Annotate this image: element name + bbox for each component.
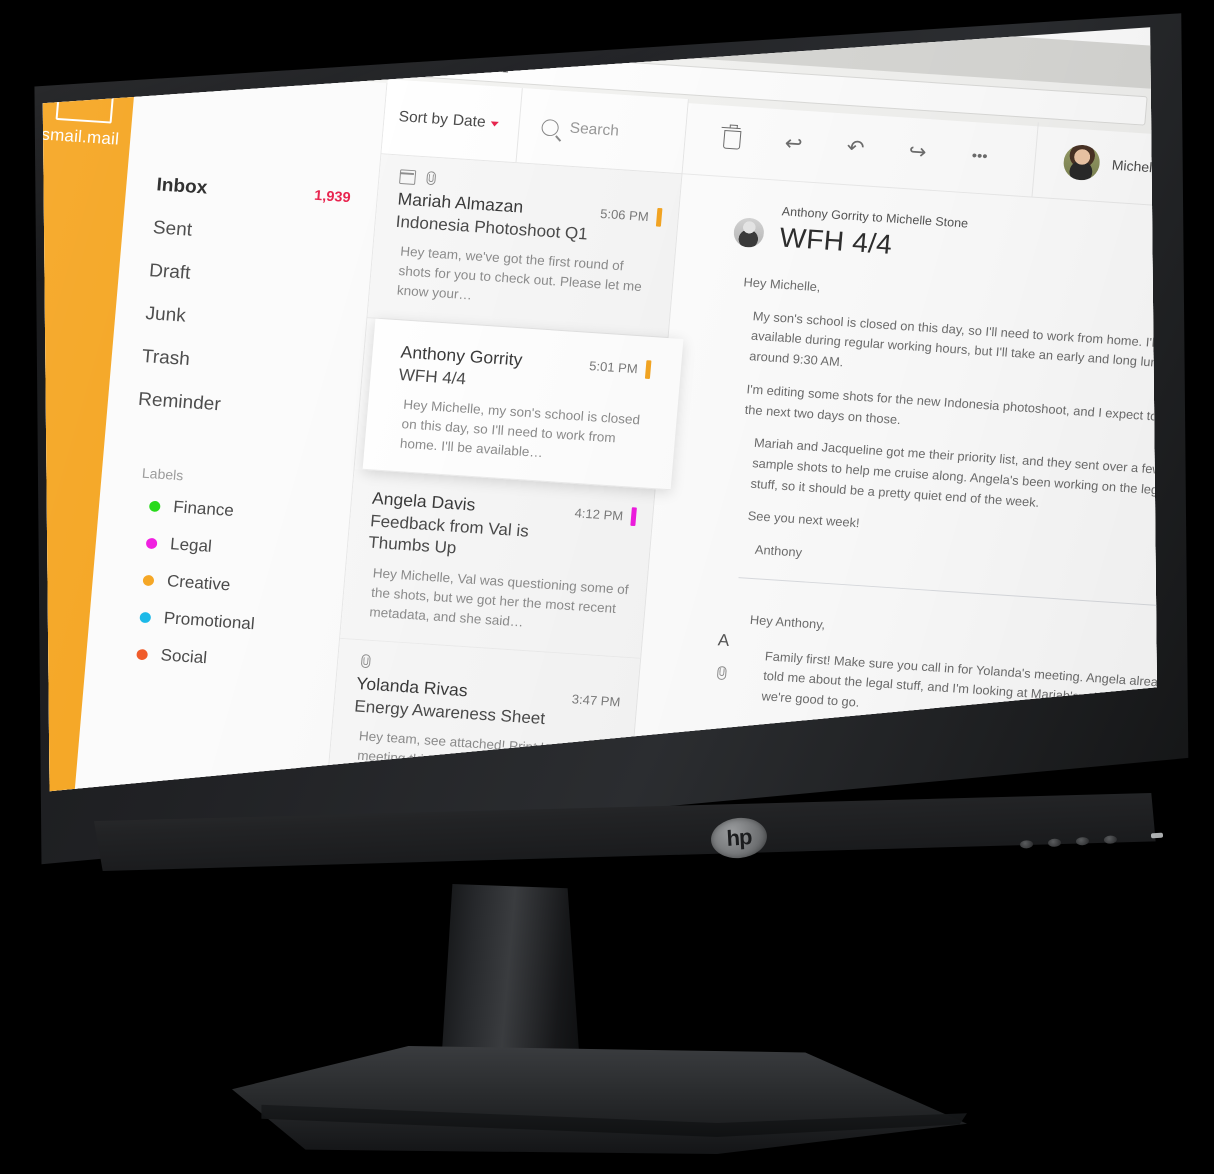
label-flag bbox=[630, 507, 637, 527]
folder-label: Draft bbox=[148, 260, 192, 284]
sort-by-dropdown[interactable]: Sort by Date bbox=[381, 79, 523, 163]
attachment-icon bbox=[358, 654, 372, 669]
message-preview: Hey Michelle, Val was questioning some o… bbox=[368, 565, 630, 630]
folder-label: Sent bbox=[152, 217, 193, 241]
folder-label: Junk bbox=[144, 303, 187, 327]
message-time: 5:01 PM bbox=[588, 358, 639, 376]
calendar-icon bbox=[399, 169, 417, 185]
account-menu[interactable]: Michelle Stone bbox=[1031, 122, 1157, 210]
avatar bbox=[1062, 143, 1102, 182]
label-color-dot bbox=[136, 648, 149, 660]
label-name: Legal bbox=[169, 534, 213, 556]
sender-avatar bbox=[732, 217, 766, 249]
label-color-dot bbox=[142, 574, 155, 586]
label-flag bbox=[655, 207, 663, 227]
monitor-screen: SMAIL.MAIL - Email inbo × ← → ↻ Secure h… bbox=[40, 27, 1157, 792]
message-time: 4:12 PM bbox=[574, 505, 624, 524]
search-placeholder: Search bbox=[569, 119, 620, 140]
message-time: 3:47 PM bbox=[571, 691, 621, 710]
folder-list: Inbox 1,939 Sent Draft Junk Trash Remind… bbox=[106, 137, 380, 436]
message-body: Hey Michelle, My son's school is closed … bbox=[706, 272, 1157, 589]
label-list: Finance Legal Creative Promotional Socia… bbox=[85, 484, 351, 686]
forward-icon[interactable]: ↪ bbox=[905, 139, 931, 164]
delete-icon[interactable] bbox=[719, 127, 745, 152]
format-text-icon[interactable]: A bbox=[717, 631, 730, 650]
list-item[interactable]: Anthony Gorrity WFH 4/4 5:01 PM Hey Mich… bbox=[362, 318, 684, 491]
folder-label: Trash bbox=[141, 346, 191, 370]
message-time: 5:06 PM bbox=[599, 206, 650, 224]
label-name: Finance bbox=[172, 497, 235, 520]
sort-by-value: Date bbox=[452, 111, 487, 131]
folder-label: Reminder bbox=[137, 389, 222, 416]
brand-name: smail.mail bbox=[40, 124, 120, 149]
power-led bbox=[1150, 832, 1164, 839]
label-name: Social bbox=[159, 645, 208, 668]
folder-label: Inbox bbox=[155, 174, 209, 199]
scene: SMAIL.MAIL - Email inbo × ← → ↻ Secure h… bbox=[0, 0, 1214, 1174]
more-options-icon[interactable]: ••• bbox=[967, 143, 993, 168]
search-input[interactable]: Search bbox=[517, 88, 688, 173]
reply-icon[interactable]: ↩ bbox=[781, 131, 807, 156]
reply-all-icon[interactable]: ↶ bbox=[843, 135, 869, 160]
search-icon bbox=[540, 118, 560, 137]
message-preview: Hey team, we've got the first round of s… bbox=[396, 243, 643, 303]
label-name: Creative bbox=[166, 571, 232, 595]
label-color-dot bbox=[139, 611, 152, 623]
list-item[interactable]: Mariah Almazan Indonesia Photoshoot Q1 5… bbox=[367, 154, 682, 338]
attachment-icon[interactable] bbox=[714, 666, 728, 681]
message-preview: Hey Michelle, my son's school is closed … bbox=[399, 396, 641, 461]
attachment-icon bbox=[423, 171, 437, 186]
label-color-dot bbox=[148, 500, 161, 512]
inbox-unread-count: 1,939 bbox=[313, 188, 352, 207]
list-item[interactable]: Angela Davis Feedback from Val is Thumbs… bbox=[340, 469, 655, 660]
chevron-down-icon bbox=[490, 120, 499, 127]
message-header: Anthony Gorrity to Michelle Stone WFH 4/… bbox=[732, 201, 1157, 282]
label-name: Promotional bbox=[163, 608, 256, 634]
label-color-dot bbox=[145, 537, 158, 549]
sort-by-prefix: Sort by bbox=[398, 108, 449, 129]
label-flag bbox=[644, 359, 652, 379]
monitor-stand-base bbox=[232, 1046, 967, 1154]
